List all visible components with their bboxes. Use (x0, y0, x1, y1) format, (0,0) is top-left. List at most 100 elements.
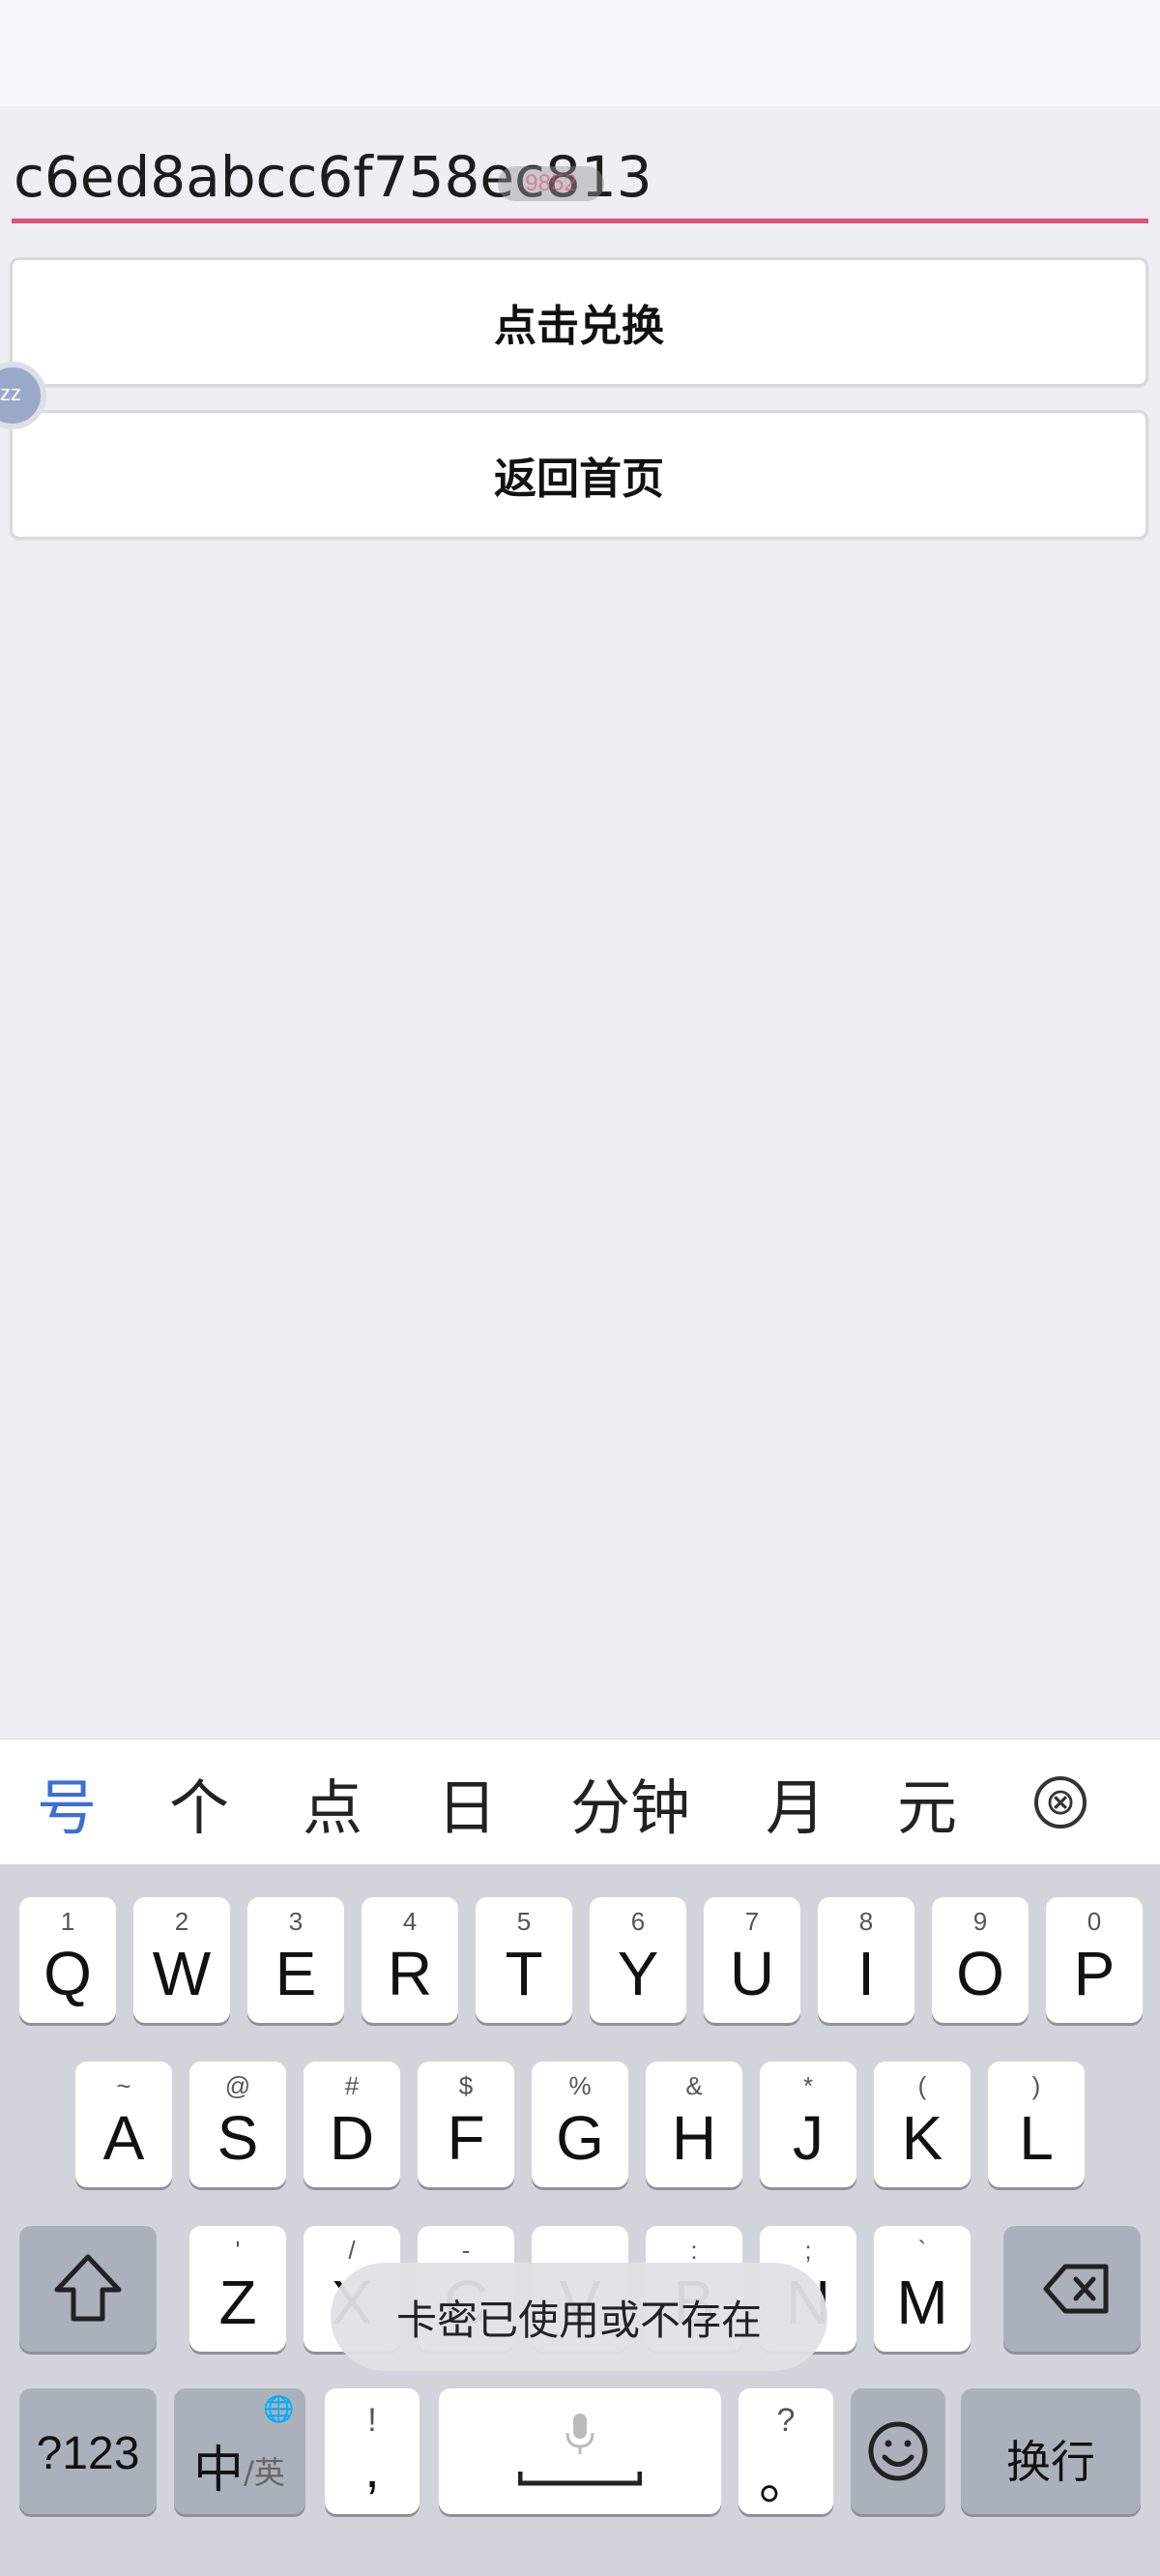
key-q[interactable]: 1Q (19, 1897, 116, 2023)
key-e[interactable]: 3E (247, 1897, 344, 2023)
key-secondary-label: 0 (1087, 1907, 1102, 1936)
key-secondary-label: 5 (516, 1907, 532, 1936)
key-secondary-label: ' (235, 2236, 241, 2265)
key-secondary-label: ) (1031, 2071, 1041, 2100)
backspace-key[interactable] (1003, 2226, 1141, 2352)
key-secondary-label: 3 (288, 1907, 304, 1936)
emoji-key[interactable] (851, 2388, 945, 2514)
emoji-icon (868, 2421, 928, 2481)
candidate-4[interactable]: 日 (437, 1759, 497, 1846)
back-home-button[interactable]: 返回首页 (10, 410, 1148, 540)
key-secondary-label: 7 (744, 1907, 760, 1936)
key-secondary-label: ; (804, 2236, 812, 2265)
key-secondary-label: 6 (630, 1907, 646, 1936)
key-secondary-label: 1 (60, 1907, 75, 1936)
key-secondary-label: & (685, 2071, 703, 2100)
period-key-top: ? (776, 2402, 796, 2439)
key-letter: R (387, 1939, 433, 2008)
key-secondary-label: @ (224, 2071, 251, 2100)
period-key[interactable]: ? 。 (739, 2388, 833, 2514)
key-l[interactable]: ) L (988, 2062, 1085, 2187)
key-letter: Y (617, 1939, 659, 2008)
key-secondary-label: / (348, 2236, 356, 2265)
key-letter: L (1019, 2103, 1054, 2173)
key-letter: F (447, 2103, 485, 2173)
key-m[interactable]: ` M (874, 2226, 971, 2352)
space-bar-icon (518, 2472, 642, 2486)
key-y[interactable]: 6Y (590, 1897, 686, 2023)
input-underline (12, 219, 1148, 223)
numbers-key[interactable]: ?123 (19, 2388, 157, 2514)
key-j[interactable]: * J (760, 2062, 856, 2187)
key-secondary-label: 8 (858, 1907, 874, 1936)
key-letter: H (671, 2103, 717, 2173)
key-g[interactable]: % G (532, 2062, 628, 2187)
key-secondary-label: ~ (116, 2071, 131, 2100)
soft-keyboard: 1Q2W3E4R5T6Y7U8I9O0P ~ A @ S # D $ F% G & H * J(K) L … (0, 1864, 1160, 2576)
key-letter: S (217, 2103, 259, 2173)
top-status-bar (0, 0, 1160, 106)
handle-text: 9852 (525, 170, 577, 196)
key-u[interactable]: 7U (704, 1897, 800, 2023)
key-letter: Q (44, 1939, 92, 2008)
key-secondary-label: 2 (174, 1907, 189, 1936)
key-t[interactable]: 5T (476, 1897, 572, 2023)
globe-icon: 🌐 (263, 2394, 295, 2423)
comma-key-top: ! (367, 2402, 377, 2439)
candidate-2[interactable]: 个 (169, 1759, 229, 1846)
key-i[interactable]: 8I (818, 1897, 914, 2023)
key-secondary-label: ` (917, 2236, 927, 2265)
key-secondary-label: - (461, 2236, 471, 2265)
key-w[interactable]: 2W (133, 1897, 230, 2023)
candidate-1[interactable]: 号 (37, 1759, 97, 1846)
redeem-button[interactable]: 点击兑换 (10, 257, 1148, 387)
key-secondary-label: 9 (972, 1907, 988, 1936)
key-letter: P (1073, 1939, 1116, 2008)
numbers-key-label: ?123 (36, 2428, 140, 2479)
key-letter: D (329, 2103, 375, 2173)
key-secondary-label: 4 (402, 1907, 418, 1936)
key-a[interactable]: ~ A (75, 2062, 172, 2187)
period-key-main: 。 (759, 2449, 813, 2510)
ime-candidate-bar: 号 个 点 日 分钟 月 元 ⊗ (0, 1739, 1160, 1865)
key-secondary-label: $ (458, 2071, 474, 2100)
key-letter: J (793, 2103, 824, 2173)
candidate-3[interactable]: 点 (303, 1759, 362, 1846)
comma-key[interactable]: ! , (325, 2388, 420, 2514)
candidate-7[interactable]: 元 (897, 1759, 957, 1846)
key-f[interactable]: $ F (418, 2062, 514, 2187)
key-secondary-label: % (568, 2071, 592, 2100)
key-k[interactable]: (K (874, 2062, 971, 2187)
shift-arrow-icon (54, 2254, 122, 2322)
key-secondary-label: # (344, 2071, 360, 2100)
key-z[interactable]: ' Z (189, 2226, 286, 2352)
comma-key-main: , (364, 2438, 380, 2499)
candidate-5[interactable]: 分钟 (570, 1759, 690, 1846)
key-letter: E (275, 1939, 317, 2008)
key-letter: M (896, 2268, 948, 2337)
key-p[interactable]: 0P (1046, 1897, 1143, 2023)
lang-key-sub: /英 (244, 2454, 285, 2491)
key-secondary-label: ( (917, 2071, 927, 2100)
language-switch-key[interactable]: 🌐 中 /英 (174, 2388, 305, 2514)
shift-key[interactable] (19, 2226, 157, 2352)
key-letter: O (956, 1939, 1004, 2008)
key-r[interactable]: 4R (362, 1897, 458, 2023)
backspace-icon (1043, 2264, 1109, 2314)
space-key[interactable] (439, 2388, 721, 2514)
enter-key[interactable]: 换行 (961, 2388, 1141, 2514)
key-s[interactable]: @ S (189, 2062, 286, 2187)
key-letter: I (857, 1939, 875, 2008)
floating-ball-label: zz (0, 381, 21, 405)
enter-key-label: 换行 (1006, 2436, 1095, 2488)
microphone-icon (566, 2414, 594, 2454)
key-d[interactable]: # D (304, 2062, 400, 2187)
key-o[interactable]: 9O (932, 1897, 1029, 2023)
key-h[interactable]: & H (646, 2062, 742, 2187)
key-letter: T (505, 1939, 543, 2008)
key-letter: Z (218, 2268, 257, 2337)
candidate-6[interactable]: 月 (766, 1759, 826, 1846)
text-selection-handle[interactable]: 9852 (498, 166, 604, 201)
key-letter: U (729, 1939, 775, 2008)
close-candidates-icon[interactable]: ⊗ (1034, 1776, 1087, 1829)
